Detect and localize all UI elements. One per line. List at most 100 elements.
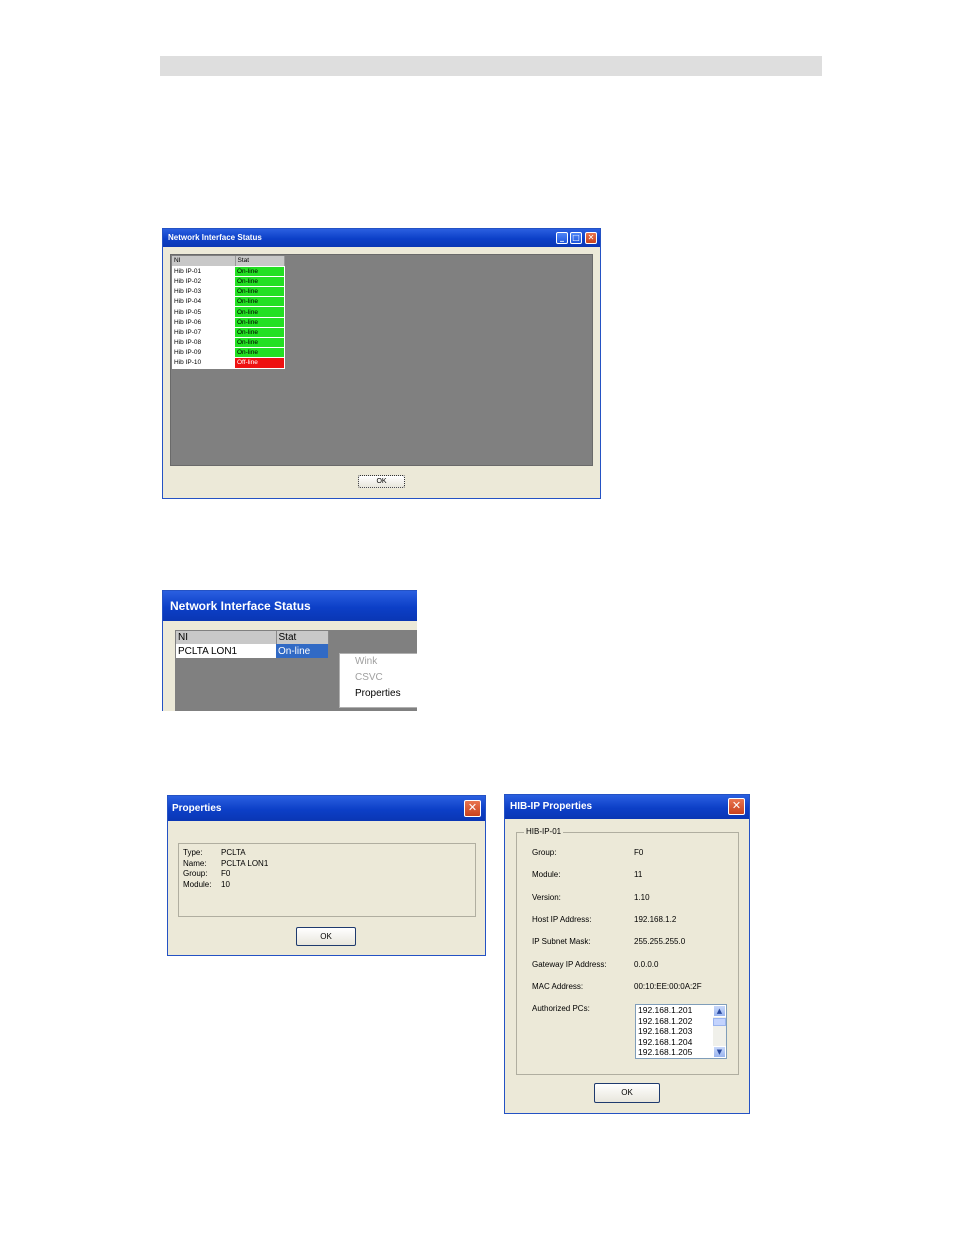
stat-cell[interactable]: On-line: [235, 327, 284, 339]
context-menu: Wink CSVC Properties: [339, 653, 417, 708]
ok-button[interactable]: OK: [358, 475, 405, 488]
stat-cell[interactable]: On-line: [235, 296, 284, 308]
scroll-thumb[interactable]: [713, 1018, 726, 1026]
property-value: PCLTA LON1: [221, 858, 269, 868]
property-row: Name: PCLTA LON1: [183, 859, 268, 870]
field-value: 00:10:EE:00:0A:2F: [634, 982, 702, 991]
table-row[interactable]: Hib IP-01 On-line: [172, 266, 284, 277]
stat-cell[interactable]: On-line: [235, 337, 284, 349]
table-row[interactable]: Hib IP-03 On-line: [172, 286, 284, 298]
ni-cell[interactable]: PCLTA LON1: [176, 644, 276, 658]
table-row[interactable]: Hib IP-05 On-line: [172, 306, 284, 318]
table-row[interactable]: Hib IP-02 On-line: [172, 276, 284, 288]
stat-cell[interactable]: On-line: [276, 644, 328, 658]
column-header-stat[interactable]: Stat: [276, 631, 329, 644]
page-header-bar: [160, 56, 822, 76]
ok-button[interactable]: OK: [296, 927, 356, 946]
field-host-ip: Host IP Address: 192.168.1.2: [532, 915, 676, 925]
field-mac-address: MAC Address: 00:10:EE:00:0A:2F: [532, 982, 702, 992]
scrollbar[interactable]: ▲ ▼: [713, 1005, 726, 1058]
property-row: Type: PCLTA: [183, 848, 268, 859]
table-row[interactable]: Hib IP-08 On-line: [172, 337, 284, 349]
ok-button[interactable]: OK: [594, 1083, 660, 1103]
menu-item-csvc: CSVC: [355, 672, 383, 683]
window-titlebar: HIB-IP Properties ✕: [505, 795, 749, 819]
network-interface-status-window-context: Network Interface Status NI Stat PCLTA L…: [162, 590, 417, 711]
minimize-icon[interactable]: _: [556, 232, 568, 244]
hib-ip-group: HIB-IP-01 Group: F0 Module: 11 Version: 1.1…: [516, 827, 739, 1075]
field-value: 255.255.255.0: [634, 937, 686, 946]
field-gateway-ip: Gateway IP Address: 0.0.0.0: [532, 960, 658, 970]
property-label: Name:: [183, 858, 207, 868]
ni-status-table: NI Stat PCLTA LON1 On-line: [176, 631, 329, 658]
property-value: F0: [221, 869, 231, 878]
table-row[interactable]: Hib IP-04 On-line: [172, 296, 284, 308]
field-label: Version:: [532, 893, 561, 902]
ni-cell[interactable]: Hib IP-04: [172, 296, 235, 308]
field-value: 1.10: [634, 893, 650, 902]
close-icon[interactable]: ✕: [728, 798, 745, 815]
column-header-ni[interactable]: NI: [172, 256, 236, 267]
authorized-pcs-label: Authorized PCs:: [532, 1004, 590, 1013]
stat-cell[interactable]: On-line: [235, 276, 284, 288]
stat-cell[interactable]: On-line: [235, 306, 284, 318]
window-title: Network Interface Status: [170, 599, 311, 613]
field-label: Gateway IP Address:: [532, 960, 607, 969]
property-label: Group:: [183, 869, 208, 878]
column-header-ni[interactable]: NI: [176, 631, 277, 644]
field-label: Module:: [532, 870, 561, 879]
field-label: Group:: [532, 848, 557, 857]
ni-status-table: NI Stat Hib IP-01 On-line Hib IP-02 On-line…: [172, 256, 285, 369]
close-icon[interactable]: ✕: [464, 800, 481, 817]
ni-cell[interactable]: Hib IP-09: [172, 347, 235, 359]
window-titlebar: Network Interface Status: [163, 591, 417, 621]
ni-cell[interactable]: Hib IP-02: [172, 276, 235, 288]
ni-cell[interactable]: Hib IP-06: [172, 317, 235, 328]
table-row[interactable]: Hib IP-10 Off-line: [172, 357, 284, 369]
table-row[interactable]: PCLTA LON1 On-line: [176, 644, 328, 658]
stat-cell[interactable]: On-line: [235, 266, 284, 277]
column-header-stat[interactable]: Stat: [235, 256, 285, 267]
ni-status-panel: NI Stat Hib IP-01 On-line Hib IP-02 On-line…: [170, 254, 593, 466]
field-subnet-mask: IP Subnet Mask: 255.255.255.0: [532, 937, 685, 947]
table-row[interactable]: Hib IP-07 On-line: [172, 327, 284, 339]
property-row: Module: 10: [183, 880, 268, 891]
ni-cell[interactable]: Hib IP-08: [172, 337, 235, 349]
field-version: Version: 1.10: [532, 893, 650, 903]
field-value: 0.0.0.0: [634, 960, 659, 969]
property-row: Group: F0: [183, 869, 268, 880]
group-title: HIB-IP-01: [524, 827, 564, 837]
property-label: Type:: [183, 848, 203, 857]
table-row[interactable]: Hib IP-06 On-line: [172, 317, 284, 328]
maximize-icon[interactable]: □: [570, 232, 582, 244]
field-module: Module: 11: [532, 870, 642, 880]
ni-cell[interactable]: Hib IP-05: [172, 306, 235, 318]
stat-cell[interactable]: Off-line: [235, 357, 284, 369]
menu-item-wink: Wink: [355, 656, 378, 667]
network-interface-status-window: Network Interface Status _ □ ✕ NI Stat H…: [162, 228, 601, 499]
scroll-up-icon[interactable]: ▲: [713, 1005, 726, 1017]
ni-cell[interactable]: Hib IP-03: [172, 286, 235, 298]
ni-cell[interactable]: Hib IP-10: [172, 357, 235, 369]
field-value: 11: [634, 870, 643, 879]
window-title: HIB-IP Properties: [510, 801, 593, 812]
properties-list: Type: PCLTA Name: PCLTA LON1 Group: F0 Modu…: [183, 848, 268, 890]
close-icon[interactable]: ✕: [585, 232, 597, 244]
field-group: Group: F0: [532, 848, 643, 858]
menu-item-properties[interactable]: Properties: [340, 686, 417, 702]
ni-cell[interactable]: Hib IP-01: [172, 266, 235, 277]
property-value: PCLTA: [221, 848, 246, 857]
hib-ip-properties-window: HIB-IP Properties ✕ HIB-IP-01 Group: F0 M…: [504, 794, 750, 1114]
stat-cell[interactable]: On-line: [235, 347, 284, 359]
properties-group: Type: PCLTA Name: PCLTA LON1 Group: F0 Modu…: [178, 843, 476, 917]
authorized-pcs-list[interactable]: 192.168.1.201 192.168.1.202 192.168.1.20…: [635, 1004, 727, 1059]
ni-cell[interactable]: Hib IP-07: [172, 327, 235, 339]
table-row[interactable]: Hib IP-09 On-line: [172, 347, 284, 359]
field-value: F0: [634, 848, 644, 857]
stat-cell[interactable]: On-line: [235, 286, 284, 298]
field-label: Host IP Address:: [532, 915, 592, 924]
scroll-down-icon[interactable]: ▼: [713, 1046, 726, 1058]
window-titlebar: Network Interface Status _ □ ✕: [163, 229, 600, 247]
properties-window: Properties ✕ Type: PCLTA Name: PCLTA LON1 …: [167, 795, 486, 956]
stat-cell[interactable]: On-line: [235, 317, 284, 328]
